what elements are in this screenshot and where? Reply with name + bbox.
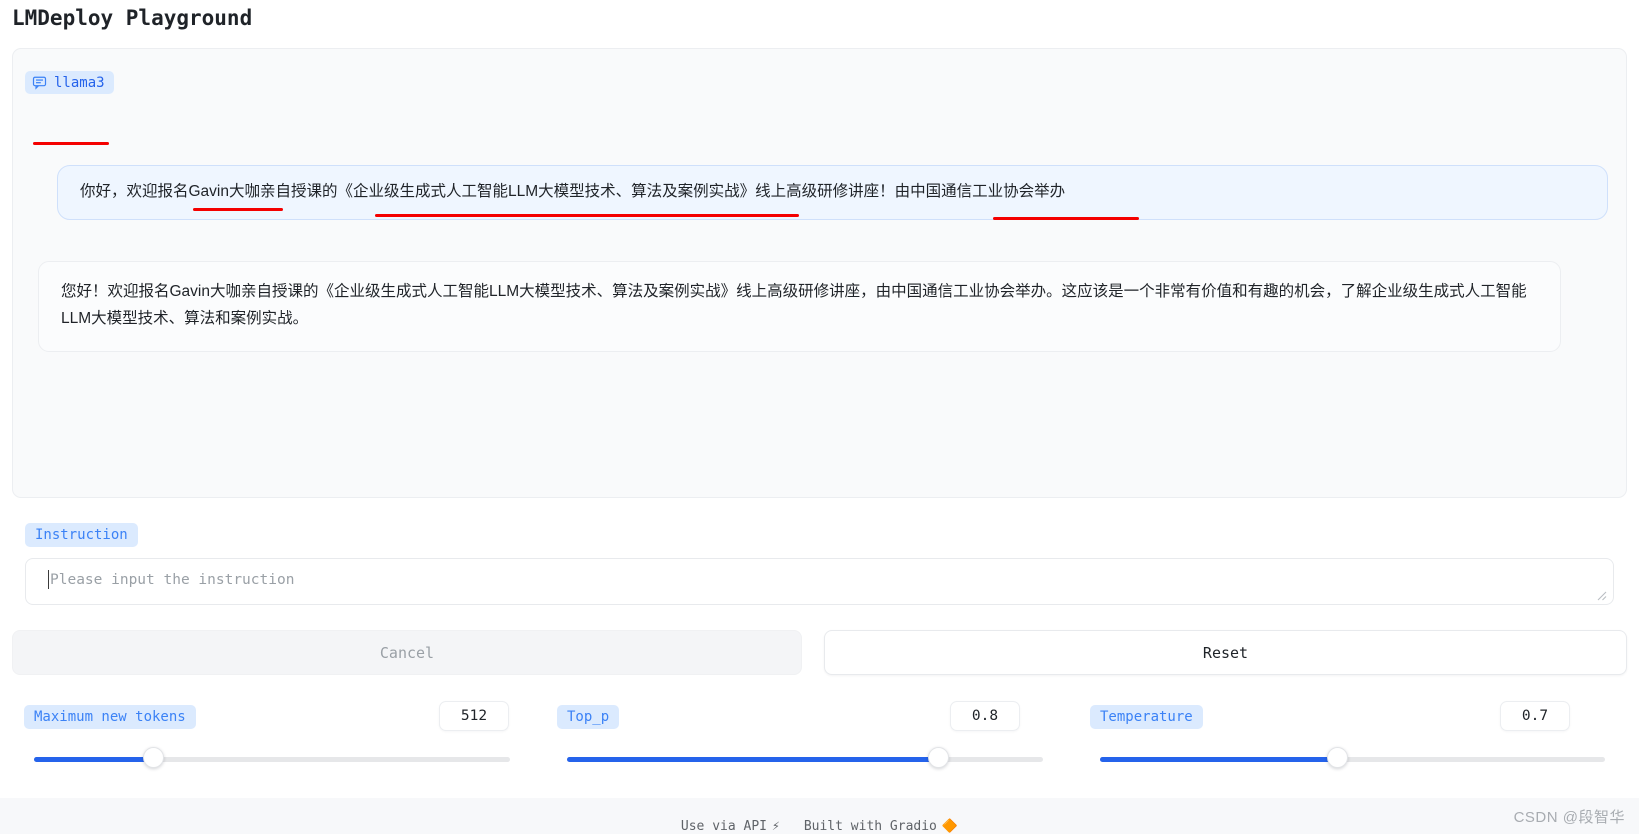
model-badge: llama3: [25, 71, 114, 94]
slider-fill: [34, 757, 153, 762]
resize-handle-icon[interactable]: [1595, 588, 1607, 600]
built-with-gradio-link[interactable]: Built with Gradio 🔶: [804, 819, 958, 834]
footer-api-label: Use via API: [681, 819, 767, 834]
slider-thumb[interactable]: [928, 747, 949, 768]
page-title: LMDeploy Playground: [12, 6, 252, 30]
instruction-label: Instruction: [25, 523, 138, 547]
annotation-underline-1: [193, 208, 283, 211]
csdn-watermark: CSDN @段智华: [1514, 806, 1625, 827]
parameter-value-input[interactable]: 512: [439, 701, 509, 731]
parameter-value-input[interactable]: 0.7: [1500, 701, 1570, 731]
footer: Use via API ⚡ Built with Gradio 🔶: [0, 818, 1639, 834]
parameter-label: Top_p: [557, 705, 619, 729]
slider-thumb[interactable]: [1327, 747, 1348, 768]
model-badge-label: llama3: [54, 76, 105, 90]
slider-fill: [567, 757, 938, 762]
use-via-api-link[interactable]: Use via API ⚡: [681, 819, 780, 834]
annotation-underline-2: [375, 214, 799, 217]
gradio-logo-icon: 🔶: [942, 819, 958, 834]
slider-temperature[interactable]: [1100, 749, 1605, 769]
annotation-underline-badge: [33, 142, 109, 145]
lightning-icon: ⚡: [772, 819, 780, 834]
parameter-label: Maximum new tokens: [24, 705, 196, 729]
playground-page: LMDeploy Playground llama3 你好，欢迎报名Gavin大…: [0, 0, 1639, 834]
slider-maximum-new-tokens[interactable]: [34, 749, 510, 769]
slider-thumb[interactable]: [143, 747, 164, 768]
chat-message-assistant: 您好！欢迎报名Gavin大咖亲自授课的《企业级生成式人工智能LLM大模型技术、算…: [38, 261, 1561, 352]
annotation-underline-3: [993, 217, 1139, 220]
instruction-card: Instruction Please input the instruction: [12, 513, 1627, 618]
slider-fill: [1100, 757, 1337, 762]
chatbot-panel: llama3 你好，欢迎报名Gavin大咖亲自授课的《企业级生成式人工智能LLM…: [12, 48, 1627, 498]
chat-message-user: 你好，欢迎报名Gavin大咖亲自授课的《企业级生成式人工智能LLM大模型技术、算…: [57, 165, 1608, 220]
reset-button[interactable]: Reset: [824, 630, 1627, 675]
parameter-maximum-new-tokens: Maximum new tokens 512: [12, 692, 532, 780]
parameter-temperature: Temperature 0.7: [1078, 692, 1627, 780]
chat-bubble-icon: [32, 75, 47, 90]
text-caret: [48, 570, 49, 589]
parameter-value-input[interactable]: 0.8: [950, 701, 1020, 731]
instruction-placeholder: Please input the instruction: [50, 572, 294, 589]
parameter-label: Temperature: [1090, 705, 1203, 729]
footer-gradio-label: Built with Gradio: [804, 819, 937, 834]
cancel-button[interactable]: Cancel: [12, 630, 802, 675]
instruction-input[interactable]: Please input the instruction: [25, 558, 1614, 605]
parameter-top-p: Top_p 0.8: [545, 692, 1065, 780]
slider-top-p[interactable]: [567, 749, 1043, 769]
